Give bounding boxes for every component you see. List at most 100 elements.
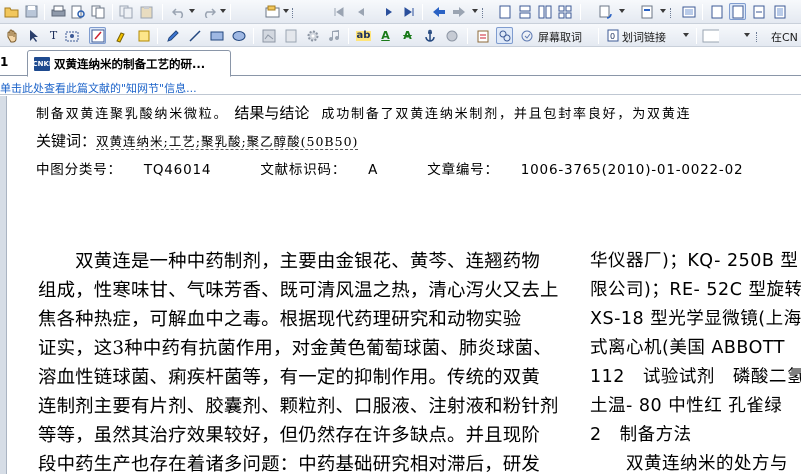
fit-window-icon[interactable] <box>680 3 697 20</box>
fit-width-icon[interactable] <box>750 3 767 20</box>
single-page-icon[interactable] <box>496 3 513 20</box>
article-no-value: 1006-3765(2010)-01-0022-02 <box>520 162 744 178</box>
screen-word-label[interactable]: 屏幕取词 <box>538 29 582 45</box>
snapshot-icon[interactable] <box>63 27 80 44</box>
actual-size-icon[interactable] <box>708 3 725 20</box>
body-line: 112 试验试剂 磷酸二氢 <box>590 367 801 387</box>
hand-tool-icon[interactable] <box>3 27 20 44</box>
keywords-label: 关键词： <box>36 132 97 150</box>
fit-page-icon[interactable] <box>729 3 746 20</box>
doc-id-value: A <box>368 162 379 178</box>
body-line: 连制剂主要有片剂、胶囊剂、颗粒剂、口服液、注射液和粉针剂 <box>38 396 559 417</box>
article-no-field: 文章编号： 1006-3765(2010)-01-0022-02 <box>427 162 765 178</box>
body-line: XS-18 型光学显微镜(上海 <box>590 309 801 329</box>
screen-word-icon[interactable] <box>496 27 513 44</box>
page-layout-icon[interactable] <box>638 3 655 20</box>
body-line: 双黄连是一种中药制剂，主要由金银花、黄芩、连翘药物 <box>38 251 540 272</box>
underline-icon[interactable]: A <box>377 27 394 44</box>
body-line: 式离心机(美国 ABBOTT <box>590 338 785 358</box>
print-preview-icon[interactable] <box>70 3 87 20</box>
screen-word-toggle-icon[interactable] <box>518 27 535 44</box>
next-page-icon[interactable] <box>380 3 397 20</box>
tab-title: 双黄连纳米的制备工艺的研... <box>54 56 206 71</box>
strikeout-icon[interactable]: A <box>399 27 416 44</box>
svg-text:0: 0 <box>610 32 615 41</box>
body-line: 等等，虽然其治疗效果较好，但仍然存在许多缺点。并且现阶 <box>38 425 540 446</box>
main-toolbar <box>0 0 801 24</box>
word-link-icon[interactable]: 0 <box>604 27 621 44</box>
undo-icon[interactable] <box>170 3 187 20</box>
open-folder-icon[interactable] <box>3 3 20 20</box>
results-heading: 结果与结论 <box>234 104 310 122</box>
first-page-icon[interactable] <box>330 3 347 20</box>
properties-icon[interactable] <box>264 3 281 20</box>
two-page-icon[interactable] <box>536 3 553 20</box>
abstract-suffix: 成功制备了双黄连纳米制剂，并且包封率良好，为双黄连 <box>321 107 692 122</box>
copy-page-icon[interactable] <box>90 3 107 20</box>
abstract-prefix: 制备双黄连聚乳酸纳米微粒。 <box>36 107 229 122</box>
settings-gear-icon[interactable] <box>304 27 321 44</box>
keywords-line: 关键词：双黄连纳米;工艺;聚乳酸;聚乙醇酸(50B50) <box>36 130 359 151</box>
doc-id-label: 文献标识码： <box>260 162 347 178</box>
highlight-marker-icon[interactable] <box>113 27 130 44</box>
forward-icon[interactable] <box>450 3 467 20</box>
insert-image-icon[interactable] <box>260 27 277 44</box>
continuous-page-icon[interactable] <box>516 3 533 20</box>
doc-id-field: 文献标识码： A <box>260 162 400 178</box>
ellipse-tool-icon[interactable] <box>230 27 247 44</box>
last-page-icon[interactable] <box>400 3 417 20</box>
keywords-value[interactable]: 双黄连纳米;工艺;聚乳酸;聚乙醇酸(50B50) <box>96 134 359 150</box>
classification-line: 中图分类号： TQ46014 文献标识码： A 文章编号： 1006-3765(201… <box>36 158 787 178</box>
info-bar: 单击此处查看此篇文献的"知网节"信息... <box>0 77 801 95</box>
anchor-icon[interactable] <box>421 27 438 44</box>
cnki-doc-icon: CNKI <box>32 56 52 71</box>
body-line: 华仪器厂)；KQ- 250B 型 <box>590 251 799 271</box>
knowledge-node-link[interactable]: 单击此处查看此篇文献的"知网节"信息... <box>0 80 197 96</box>
page-left-gutter <box>0 96 7 474</box>
attach-file-icon[interactable] <box>282 27 299 44</box>
text-select-icon[interactable]: T <box>45 27 62 44</box>
clipboard-icon[interactable] <box>474 27 491 44</box>
continuous-two-page-icon[interactable] <box>556 3 573 20</box>
note-icon[interactable] <box>135 27 152 44</box>
clc-value: TQ46014 <box>143 162 212 178</box>
redo-icon[interactable] <box>200 3 217 20</box>
annotate-select-icon[interactable] <box>89 27 106 44</box>
body-line: 段中药生产也存在着诸多问题：中药基础研究相对滞后，研发 <box>38 454 540 474</box>
body-line: 双黄连纳米的处方与 <box>590 454 788 474</box>
abstract-line: 制备双黄连聚乳酸纳米微粒。 结果与结论 成功制备了双黄连纳米制剂，并且包封率良好，为… <box>36 102 691 123</box>
body-line: 土温- 80 中性红 孔雀绿 <box>590 396 783 416</box>
audio-icon[interactable] <box>326 27 343 44</box>
search-cnki-label[interactable]: 在CN <box>771 29 798 45</box>
body-line: 证实，这3种中药有抗菌作用，对金黄色葡萄球菌、肺炎球菌、 <box>38 338 552 359</box>
tools-toolbar: T ab A A 屏幕取词 0 划词链接 在CN <box>0 24 801 47</box>
article-no-label: 文章编号： <box>427 162 499 178</box>
fit-visible-icon[interactable] <box>771 3 788 20</box>
back-icon[interactable] <box>430 3 447 20</box>
tab-active-document[interactable]: CNKI 双黄连纳米的制备工艺的研... <box>27 50 231 77</box>
pencil-icon[interactable] <box>164 27 181 44</box>
copy-icon[interactable] <box>118 3 135 20</box>
word-link-label[interactable]: 划词链接 <box>622 29 666 45</box>
rotate-icon[interactable] <box>596 3 613 20</box>
body-line: 限公司)；RE- 52C 型旋转 <box>590 280 801 300</box>
prev-page-icon[interactable] <box>352 3 369 20</box>
tab-index-marker: 1 <box>0 55 9 69</box>
paste-icon[interactable] <box>138 3 155 20</box>
line-tool-icon[interactable] <box>186 27 203 44</box>
dropdown-box-icon[interactable] <box>702 27 719 44</box>
text-highlight-icon[interactable]: ab <box>355 27 372 44</box>
bookmark-icon[interactable] <box>443 27 460 44</box>
save-icon[interactable] <box>23 3 40 20</box>
section-heading: 2 制备方法 <box>590 425 692 445</box>
clc-label: 中图分类号： <box>36 162 122 178</box>
document-page: 制备双黄连聚乳酸纳米微粒。 结果与结论 成功制备了双黄连纳米制剂，并且包封率良好，为… <box>8 96 801 474</box>
select-tool-icon[interactable] <box>25 27 42 44</box>
clc-field: 中图分类号： TQ46014 <box>36 162 233 178</box>
body-line: 溶血性链球菌、痢疾杆菌等，有一定的抑制作用。传统的双黄 <box>38 367 540 388</box>
document-tab-bar: 1 CNKI 双黄连纳米的制备工艺的研... <box>0 47 801 77</box>
rectangle-tool-icon[interactable] <box>208 27 225 44</box>
body-line: 组成，性寒味甘、气味芳香、既可清风温之热，清心泻火又去上 <box>38 280 559 301</box>
body-line: 焦各种热症，可解血中之毒。根据现代药理研究和动物实验 <box>38 309 522 330</box>
print-icon[interactable] <box>50 3 67 20</box>
